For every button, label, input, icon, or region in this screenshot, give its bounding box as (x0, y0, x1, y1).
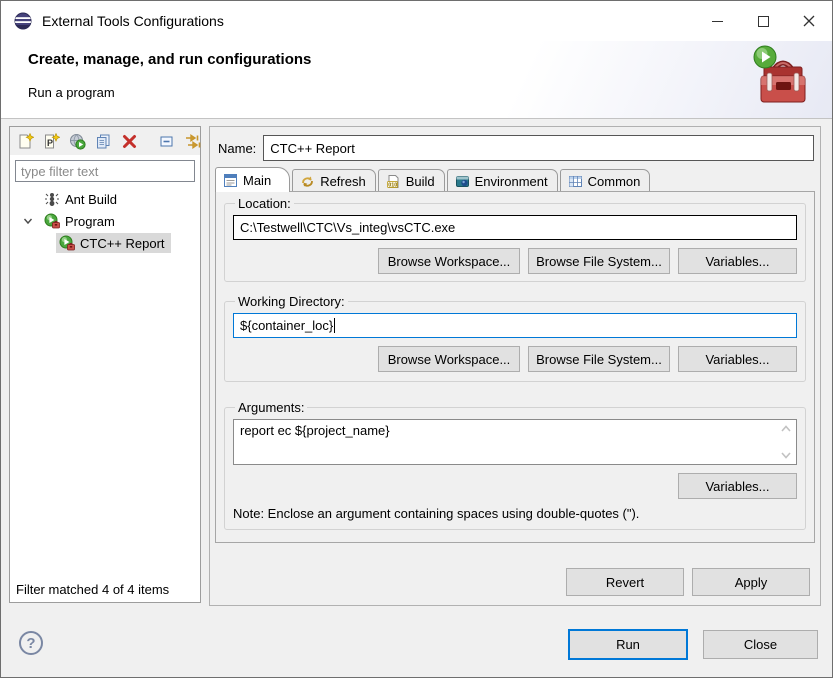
tree-label: Program (65, 214, 115, 229)
tab-environment[interactable]: Environment (447, 169, 558, 192)
close-window-button[interactable] (786, 1, 832, 41)
arguments-group: Arguments: report ec ${project_name} Var… (224, 400, 806, 530)
banner-title: Create, manage, and run configurations (28, 51, 311, 68)
close-icon (803, 15, 815, 27)
tab-label: Main (243, 173, 271, 188)
eclipse-logo-icon (14, 12, 32, 30)
scroll-up-icon[interactable] (781, 425, 791, 432)
question-mark-icon: ? (26, 635, 35, 652)
arguments-textarea[interactable]: report ec ${project_name} (233, 419, 797, 465)
tree-item-program[interactable]: Program (10, 210, 200, 232)
external-tools-dialog: External Tools Configurations Create, ma… (0, 0, 833, 678)
duplicate-launch-configuration-icon[interactable] (95, 133, 112, 150)
build-tab-icon: 010 (386, 174, 401, 189)
arguments-legend: Arguments: (235, 400, 307, 415)
minimize-icon (712, 21, 723, 22)
window-title: External Tools Configurations (42, 13, 224, 29)
tab-label: Refresh (320, 174, 366, 189)
external-tools-toolbox-icon (752, 45, 814, 109)
titlebar: External Tools Configurations (1, 1, 832, 41)
config-tabs: Main Refresh 0 (215, 167, 815, 192)
collapse-all-icon[interactable] (158, 133, 175, 150)
working-directory-value: ${container_loc} (240, 318, 333, 333)
text-cursor (334, 318, 335, 333)
launch-config-tree: Ant Build Program (10, 188, 200, 254)
banner-subtitle: Run a program (28, 85, 115, 100)
common-tab-icon (568, 174, 583, 189)
filter-input[interactable] (15, 160, 195, 182)
config-editor-panel: Name: Main (209, 126, 821, 606)
location-browse-workspace-button[interactable]: Browse Workspace... (378, 248, 520, 274)
svg-text:010: 010 (388, 182, 397, 188)
apply-button[interactable]: Apply (692, 568, 810, 596)
close-button[interactable]: Close (703, 630, 818, 659)
tab-main[interactable]: Main (215, 167, 290, 192)
arguments-note: Note: Enclose an argument containing spa… (233, 506, 797, 521)
tree-label: Ant Build (65, 192, 117, 207)
main-tab-icon (223, 173, 238, 188)
svg-text:P: P (47, 138, 53, 148)
delete-launch-configuration-icon[interactable] (121, 133, 138, 150)
minimize-button[interactable] (694, 1, 740, 41)
tab-label: Environment (475, 174, 548, 189)
name-label: Name: (218, 141, 256, 156)
tab-label: Common (588, 174, 641, 189)
banner: Create, manage, and run configurations R… (1, 41, 832, 119)
name-input[interactable] (263, 135, 814, 161)
tree-item-ctc-report[interactable]: CTC++ Report (10, 232, 200, 254)
maximize-icon (758, 16, 769, 27)
chevron-expanded-icon[interactable] (22, 215, 34, 227)
workdir-variables-button[interactable]: Variables... (678, 346, 797, 372)
tree-label: CTC++ Report (80, 236, 165, 251)
working-directory-group: Working Directory: ${container_loc} Brow… (224, 294, 806, 382)
working-directory-legend: Working Directory: (235, 294, 348, 309)
location-browse-filesystem-button[interactable]: Browse File System... (528, 248, 670, 274)
working-directory-input[interactable]: ${container_loc} (233, 313, 797, 338)
export-launch-configuration-icon[interactable] (69, 133, 86, 150)
workdir-browse-filesystem-button[interactable]: Browse File System... (528, 346, 670, 372)
location-variables-button[interactable]: Variables... (678, 248, 797, 274)
new-prototype-icon[interactable]: P (43, 133, 60, 150)
scroll-down-icon[interactable] (781, 452, 791, 459)
program-icon (44, 213, 60, 229)
run-button[interactable]: Run (568, 629, 688, 660)
tab-label: Build (406, 174, 435, 189)
tab-build[interactable]: 010 Build (378, 169, 445, 192)
environment-tab-icon (455, 174, 470, 189)
help-button[interactable]: ? (19, 631, 43, 655)
maximize-button[interactable] (740, 1, 786, 41)
location-value: C:\Testwell\CTC\Vs_integ\vsCTC.exe (240, 220, 455, 235)
program-icon (59, 235, 75, 251)
revert-button[interactable]: Revert (566, 568, 684, 596)
ant-icon (44, 191, 60, 207)
tab-common[interactable]: Common (560, 169, 651, 192)
location-group: Location: C:\Testwell\CTC\Vs_integ\vsCTC… (224, 196, 806, 282)
tree-item-ant-build[interactable]: Ant Build (10, 188, 200, 210)
new-launch-configuration-icon[interactable] (17, 133, 34, 150)
filter-status-text: Filter matched 4 of 4 items (16, 582, 169, 597)
refresh-tab-icon (300, 174, 315, 189)
filter-launch-configurations-icon[interactable] (184, 133, 201, 150)
main-tab-content: Location: C:\Testwell\CTC\Vs_integ\vsCTC… (215, 191, 815, 543)
arguments-value: report ec ${project_name} (240, 423, 390, 438)
workdir-browse-workspace-button[interactable]: Browse Workspace... (378, 346, 520, 372)
tab-refresh[interactable]: Refresh (292, 169, 376, 192)
arguments-variables-button[interactable]: Variables... (678, 473, 797, 499)
location-input[interactable]: C:\Testwell\CTC\Vs_integ\vsCTC.exe (233, 215, 797, 240)
launch-config-sidebar: P (9, 126, 201, 603)
location-legend: Location: (235, 196, 294, 211)
sidebar-toolbar: P (10, 127, 200, 155)
